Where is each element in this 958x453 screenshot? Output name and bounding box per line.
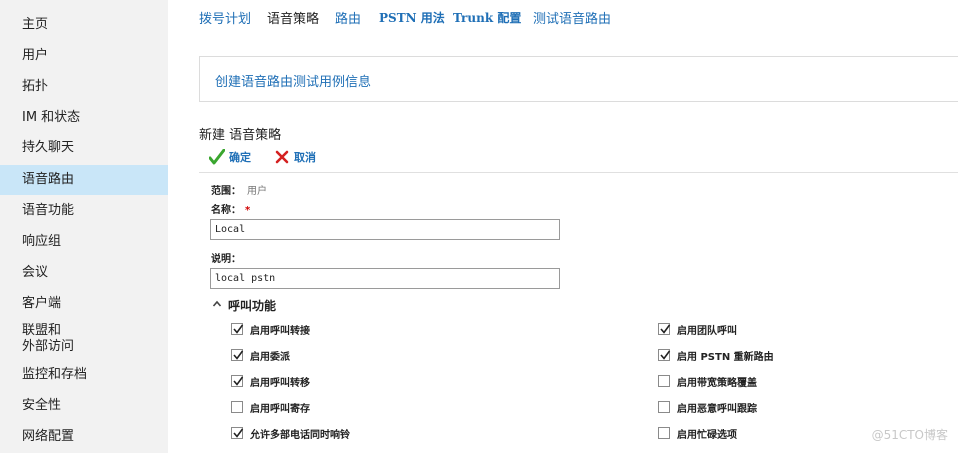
tab-dial-plan[interactable]: 拨号计划 — [199, 8, 251, 27]
description-label: 说明： — [211, 254, 241, 265]
name-input[interactable] — [210, 219, 560, 240]
sidebar-item-users[interactable]: 用户 — [0, 41, 168, 71]
malicious-call-tracing-checkbox[interactable] — [658, 401, 670, 413]
required-marker: * — [245, 205, 251, 216]
sidebar-item-clients[interactable]: 客户端 — [0, 289, 168, 319]
checkmark-icon — [660, 324, 671, 334]
calling-features-title: 呼叫功能 — [228, 299, 277, 313]
pstn-reroute-label: 启用 PSTN 重新路由 — [677, 352, 774, 363]
delegation-label: 启用委派 — [250, 352, 290, 363]
call-transfer-checkbox[interactable] — [231, 375, 244, 387]
create-test-case-link[interactable]: 创建语音路由测试用例信息 — [215, 71, 371, 90]
team-call-label: 启用团队呼叫 — [677, 326, 737, 337]
call-park-label: 启用呼叫寄存 — [250, 404, 310, 415]
checkmark-icon — [233, 324, 244, 334]
scope-value: 用户 — [247, 186, 267, 197]
sidebar: 主页 用户 拓扑 IM 和状态 持久聊天 语音路由 语音功能 响应组 会议 客户… — [0, 0, 168, 453]
checkmark-icon — [209, 149, 225, 165]
sidebar-item-monitoring-archiving[interactable]: 监控和存档 — [0, 360, 168, 390]
sidebar-item-label: 联盟和 — [22, 323, 62, 338]
page-title: 新建 语音策略 — [199, 128, 282, 143]
ok-button-label: 确定 — [229, 151, 251, 164]
sidebar-item-label: 外部访问 — [22, 339, 75, 354]
pstn-reroute-checkbox[interactable] — [658, 349, 671, 361]
chevron-up-icon — [212, 300, 222, 307]
call-park-checkbox[interactable] — [231, 401, 243, 413]
sidebar-item-network-configuration[interactable]: 网络配置 — [0, 422, 168, 452]
sidebar-item-voice-features[interactable]: 语音功能 — [0, 196, 168, 226]
simultaneous-ring-label: 允许多部电话同时响铃 — [250, 430, 350, 441]
toolbar-divider — [199, 172, 958, 173]
sidebar-item-response-groups[interactable]: 响应组 — [0, 227, 168, 257]
description-input[interactable] — [210, 268, 560, 289]
checkmark-icon — [233, 376, 244, 386]
team-call-checkbox[interactable] — [658, 323, 671, 335]
ok-button[interactable]: 确定 — [209, 148, 259, 166]
sidebar-item-voice-routing[interactable]: 语音路由 — [0, 165, 168, 195]
call-forwarding-label: 启用呼叫转接 — [250, 326, 310, 337]
tab-test-voice-routing[interactable]: 测试语音路由 — [533, 8, 611, 27]
busy-options-label: 启用忙碌选项 — [677, 430, 737, 441]
scope-label: 范围： — [211, 186, 241, 197]
sidebar-item-federation[interactable]: 联盟和 外部访问 — [0, 323, 168, 357]
sidebar-item-im-presence[interactable]: IM 和状态 — [0, 103, 168, 133]
checkmark-icon — [660, 350, 671, 360]
tab-trunk-configuration[interactable]: Trunk 配置 — [453, 9, 521, 26]
bandwidth-policy-override-label: 启用带宽策略覆盖 — [677, 378, 757, 389]
sidebar-item-conferencing[interactable]: 会议 — [0, 258, 168, 288]
sidebar-item-topology[interactable]: 拓扑 — [0, 72, 168, 102]
checkmark-icon — [233, 428, 244, 438]
cancel-button[interactable]: 取消 — [274, 148, 324, 166]
sidebar-item-security[interactable]: 安全性 — [0, 391, 168, 421]
call-transfer-label: 启用呼叫转移 — [250, 378, 310, 389]
cancel-button-label: 取消 — [294, 151, 316, 164]
sidebar-item-persistent-chat[interactable]: 持久聊天 — [0, 133, 168, 163]
call-forwarding-checkbox[interactable] — [231, 323, 244, 335]
simultaneous-ring-checkbox[interactable] — [231, 427, 244, 439]
name-label: 名称： * — [211, 201, 250, 216]
tab-pstn-usage[interactable]: PSTN 用法 — [379, 9, 445, 26]
test-case-info-panel: 创建语音路由测试用例信息 — [199, 56, 958, 102]
close-icon — [275, 150, 289, 164]
tab-route[interactable]: 路由 — [335, 8, 361, 27]
bandwidth-policy-override-checkbox[interactable] — [658, 375, 670, 387]
malicious-call-tracing-label: 启用恶意呼叫跟踪 — [677, 404, 757, 415]
watermark: @51CTO博客 — [871, 428, 948, 442]
app-window: 主页 用户 拓扑 IM 和状态 持久聊天 语音路由 语音功能 响应组 会议 客户… — [0, 0, 958, 453]
name-label-text: 名称： — [211, 205, 241, 216]
sidebar-item-home[interactable]: 主页 — [0, 10, 168, 40]
delegation-checkbox[interactable] — [231, 349, 244, 361]
checkmark-icon — [233, 350, 244, 360]
busy-options-checkbox[interactable] — [658, 427, 670, 439]
tab-voice-policy[interactable]: 语音策略 — [267, 8, 319, 27]
